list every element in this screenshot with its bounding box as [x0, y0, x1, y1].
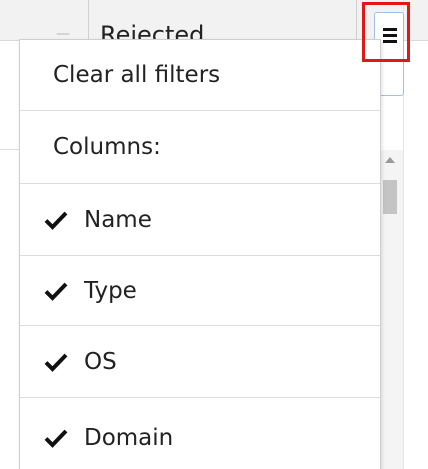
column-menu-dropdown: Clear all filters Columns: Name Type OS: [19, 39, 381, 469]
checkmark-icon: [44, 211, 68, 230]
hamburger-menu-icon[interactable]: [383, 28, 397, 46]
column-toggle-type[interactable]: Type: [20, 256, 380, 326]
column-divider[interactable]: [356, 0, 357, 40]
checkmark-icon: [44, 353, 68, 372]
scroll-up-arrow-icon[interactable]: [385, 157, 395, 163]
checkmark-icon: [44, 282, 68, 301]
column-toggle-name[interactable]: Name: [20, 184, 380, 256]
clear-all-filters-item[interactable]: Clear all filters: [20, 40, 380, 111]
column-toggle-label: OS: [84, 348, 117, 375]
column-toggle-domain[interactable]: Domain: [20, 398, 380, 469]
checkmark-icon: [44, 429, 68, 448]
column-toggle-label: Type: [84, 277, 137, 304]
columns-heading: Columns:: [20, 111, 380, 184]
column-divider[interactable]: [88, 0, 89, 40]
grid-view: — Rejected Clear all filters Columns: Na…: [0, 0, 428, 469]
column-toggle-label: Domain: [84, 425, 174, 451]
row-divider: [0, 149, 20, 150]
clear-all-filters-label: Clear all filters: [53, 62, 221, 88]
column-toggle-label: Name: [84, 206, 152, 233]
grid-header: — Rejected: [0, 0, 428, 49]
column-toggle-os[interactable]: OS: [20, 326, 380, 398]
columns-heading-label: Columns:: [53, 134, 161, 160]
scrollbar-thumb[interactable]: [383, 180, 397, 214]
